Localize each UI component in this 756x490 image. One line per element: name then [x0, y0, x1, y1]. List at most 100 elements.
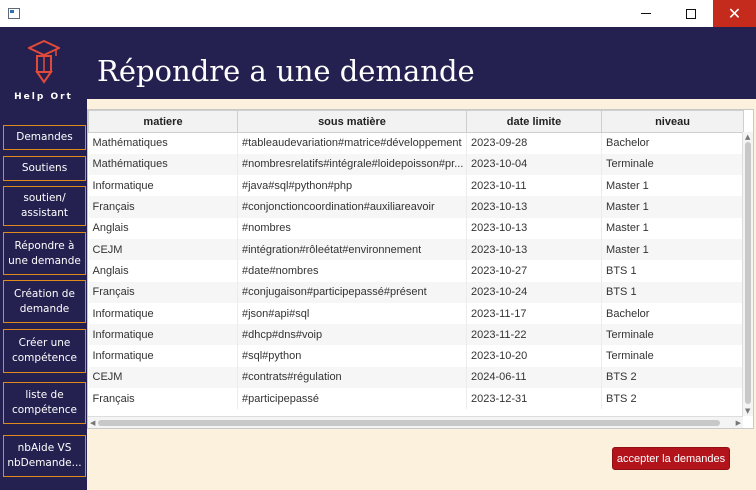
cell-matiere: Anglais	[88, 260, 238, 282]
cell-niveau: BTS 2	[601, 366, 744, 389]
table-row[interactable]: Informatique #java#sql#python#php 2023-10-…	[88, 175, 744, 197]
cell-date-limite: 2023-11-17	[466, 302, 602, 325]
cell-date-limite: 2023-10-13	[466, 217, 602, 239]
cell-sous-matiere: #tableaudevariation#matrice#développemen…	[237, 132, 467, 154]
table-row[interactable]: Anglais #date#nombres 2023-10-27 BTS 1	[88, 260, 744, 282]
cell-niveau: Master 1	[601, 175, 744, 197]
cell-matiere: CEJM	[88, 238, 238, 261]
nav-soutien-assistant[interactable]: soutien/ assistant	[3, 186, 86, 226]
cell-date-limite: 2023-10-04	[466, 153, 602, 176]
nav-repondre-demande[interactable]: Répondre à une demande	[3, 232, 86, 275]
app-window-icon	[8, 8, 20, 19]
cell-matiere: Français	[88, 281, 238, 303]
window-titlebar: ✕	[0, 0, 756, 27]
minimize-button[interactable]	[624, 0, 668, 27]
page-header: Répondre a une demande	[87, 27, 756, 99]
cell-sous-matiere: #dhcp#dns#voip	[237, 324, 467, 346]
table-row[interactable]: CEJM #contrats#régulation 2024-06-11 BTS 2	[88, 366, 744, 389]
cell-matiere: Anglais	[88, 217, 238, 239]
graduation-pencil-icon	[28, 39, 60, 84]
cell-niveau: BTS 1	[601, 260, 744, 282]
cell-date-limite: 2023-10-20	[466, 345, 602, 367]
vertical-scroll-thumb[interactable]	[745, 142, 751, 404]
cell-date-limite: 2023-10-24	[466, 281, 602, 303]
close-icon: ✕	[727, 4, 742, 23]
cell-date-limite: 2023-10-13	[466, 196, 602, 218]
cell-date-limite: 2023-10-13	[466, 238, 602, 261]
cell-sous-matiere: #java#sql#python#php	[237, 175, 467, 197]
nav-demandes[interactable]: Demandes	[3, 125, 86, 150]
scroll-down-icon[interactable]: ▼	[745, 407, 750, 415]
table-row[interactable]: Informatique #sql#python 2023-10-20 Termina…	[88, 345, 744, 367]
cell-matiere: Informatique	[88, 175, 238, 197]
cell-date-limite: 2023-12-31	[466, 388, 602, 410]
table-row[interactable]: Français #participepassé 2023-12-31 BTS 2	[88, 388, 744, 410]
nav-soutiens[interactable]: Soutiens	[3, 156, 86, 181]
accept-demand-button[interactable]: accepter la demandes	[612, 447, 730, 470]
table-row[interactable]: Français #conjonctioncoordination#auxilia…	[88, 196, 744, 218]
maximize-button[interactable]	[669, 0, 713, 27]
column-header-date-limite[interactable]: date limite	[466, 110, 602, 133]
cell-niveau: BTS 1	[601, 281, 744, 303]
table-row[interactable]: Français #conjugaison#participepassé#prés…	[88, 281, 744, 303]
cell-sous-matiere: #contrats#régulation	[237, 366, 467, 389]
column-header-matiere[interactable]: matiere	[88, 110, 238, 133]
cell-sous-matiere: #nombresrelatifs#intégrale#loidepoisson#…	[237, 153, 467, 176]
cell-matiere: Informatique	[88, 345, 238, 367]
cell-sous-matiere: #participepassé	[237, 388, 467, 410]
cell-niveau: Bachelor	[601, 132, 744, 154]
cell-matiere: Informatique	[88, 302, 238, 325]
column-header-sous-matiere[interactable]: sous matière	[237, 110, 467, 133]
cell-niveau: Master 1	[601, 238, 744, 261]
vertical-scrollbar[interactable]: ▲ ▼	[742, 132, 753, 416]
cell-niveau: Terminale	[601, 153, 744, 176]
nav-nbaide-vs-nbdemande[interactable]: nbAide VS nbDemande...	[3, 435, 86, 477]
cell-matiere: Français	[88, 196, 238, 218]
main-content: matiere sous matière date limite niveau …	[87, 99, 756, 490]
cell-sous-matiere: #nombres	[237, 217, 467, 239]
nav-liste-competence[interactable]: liste de compétence	[3, 382, 86, 424]
sidebar: Help Ort Demandes Soutiens soutien/ assi…	[0, 27, 87, 490]
table-row[interactable]: Mathématiques #tableaudevariation#matrice…	[88, 132, 744, 154]
minimize-icon	[641, 13, 651, 14]
column-header-niveau[interactable]: niveau	[601, 110, 744, 133]
app-logo: Help Ort	[0, 37, 87, 107]
maximize-icon	[686, 8, 696, 19]
cell-matiere: Mathématiques	[88, 132, 238, 154]
cell-niveau: Master 1	[601, 196, 744, 218]
cell-date-limite: 2023-10-11	[466, 175, 602, 197]
cell-niveau: Master 1	[601, 217, 744, 239]
cell-matiere: Informatique	[88, 324, 238, 346]
scroll-left-icon[interactable]: ◀	[90, 419, 95, 427]
table-row[interactable]: Mathématiques #nombresrelatifs#intégrale#…	[88, 153, 744, 176]
table-header-row: matiere sous matière date limite niveau	[88, 110, 744, 133]
cell-sous-matiere: #json#api#sql	[237, 302, 467, 325]
cell-sous-matiere: #intégration#rôleétat#environnement	[237, 238, 467, 261]
cell-matiere: Français	[88, 388, 238, 410]
cell-niveau: Bachelor	[601, 302, 744, 325]
cell-niveau: Terminale	[601, 345, 744, 367]
table-row[interactable]: Informatique #json#api#sql 2023-11-17 Bache…	[88, 302, 744, 325]
cell-niveau: BTS 2	[601, 388, 744, 410]
scroll-right-icon[interactable]: ▶	[736, 419, 741, 427]
table-row[interactable]: CEJM #intégration#rôleétat#environnement 2…	[88, 238, 744, 261]
nav-creer-competence[interactable]: Créer une compétence	[3, 329, 86, 373]
cell-sous-matiere: #conjonctioncoordination#auxiliareavoir	[237, 196, 467, 218]
horizontal-scroll-thumb[interactable]	[98, 420, 720, 426]
cell-date-limite: 2023-11-22	[466, 324, 602, 346]
nav-creation-demande[interactable]: Création de demande	[3, 280, 86, 323]
logo-text: Help Ort	[14, 92, 73, 102]
cell-niveau: Terminale	[601, 324, 744, 346]
table-row[interactable]: Informatique #dhcp#dns#voip 2023-11-22 Term…	[88, 324, 744, 346]
scroll-up-icon[interactable]: ▲	[745, 133, 750, 141]
close-button[interactable]: ✕	[713, 0, 756, 27]
cell-sous-matiere: #conjugaison#participepassé#présent	[237, 281, 467, 303]
cell-sous-matiere: #date#nombres	[237, 260, 467, 282]
horizontal-scrollbar[interactable]: ◀ ▶	[88, 416, 743, 428]
table-row[interactable]: Anglais #nombres 2023-10-13 Master 1	[88, 217, 744, 239]
cell-date-limite: 2023-10-27	[466, 260, 602, 282]
cell-sous-matiere: #sql#python	[237, 345, 467, 367]
demandes-table: matiere sous matière date limite niveau …	[87, 109, 754, 429]
cell-matiere: Mathématiques	[88, 153, 238, 176]
cell-date-limite: 2023-09-28	[466, 132, 602, 154]
